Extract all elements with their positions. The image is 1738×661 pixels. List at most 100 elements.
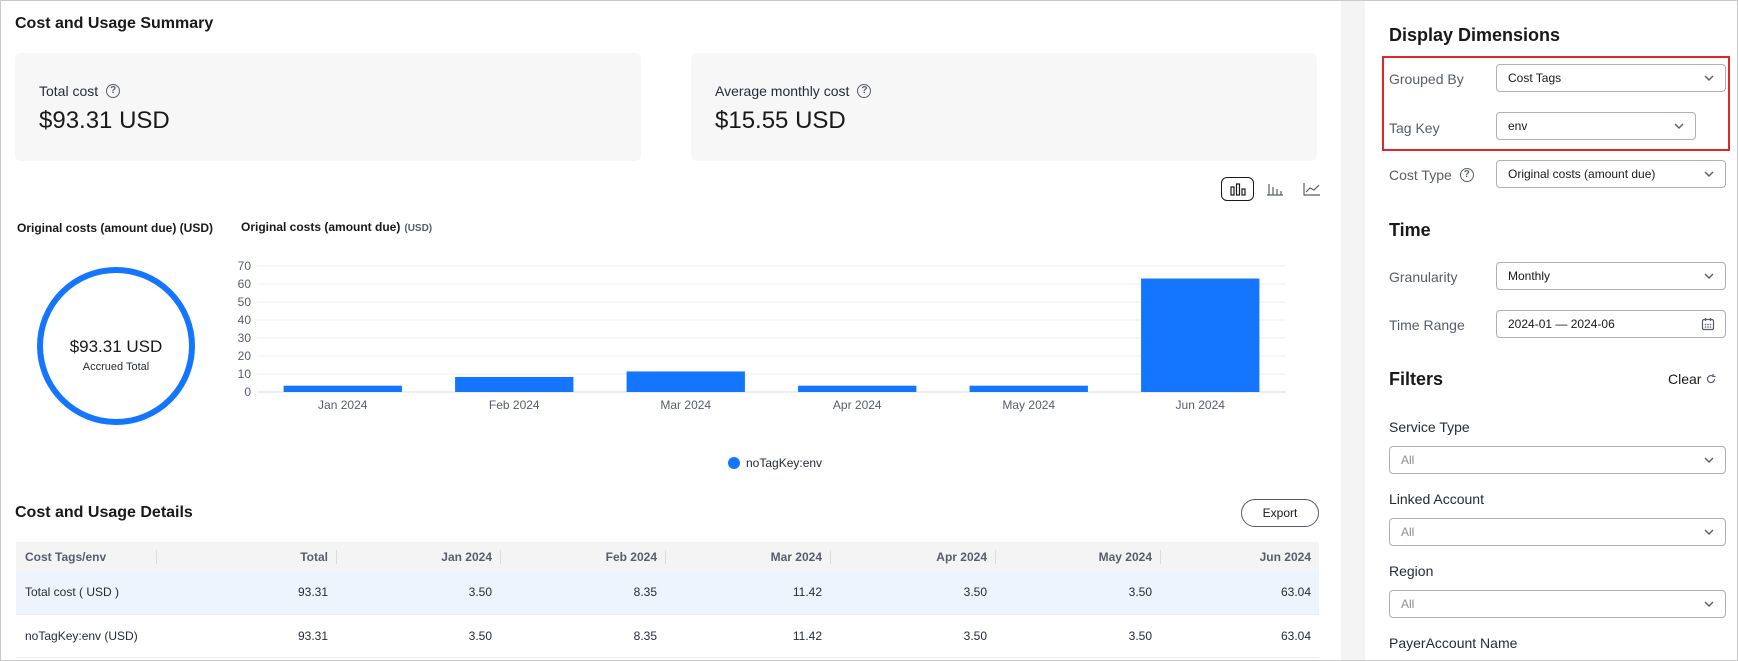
tag-key-label: Tag Key [1389,120,1440,136]
time-range-value: 2024-01 — 2024-06 [1508,317,1615,331]
tag-key-select[interactable]: env [1496,112,1696,140]
donut-value: $93.31 USD [69,337,163,356]
region-select[interactable]: All [1389,590,1726,618]
service-type-select[interactable]: All [1389,446,1726,474]
total-cost-card: Total cost ? $93.31 USD [15,53,641,161]
x-tick-label: May 2024 [1002,398,1055,412]
chart-view-toggle [1221,177,1328,201]
col-header: Feb 2024 [500,542,665,571]
time-range-picker[interactable]: 2024-01 — 2024-06 [1496,310,1726,338]
chevron-down-icon [1704,75,1714,81]
y-tick-label: 30 [238,331,252,345]
chart-unit: (USD) [404,223,433,234]
calendar-icon [1701,318,1715,331]
linked-account-label: Linked Account [1389,491,1484,507]
line-chart-icon [1302,183,1320,196]
col-header: Jan 2024 [336,542,500,571]
time-range-label: Time Range [1389,317,1465,333]
details-title: Cost and Usage Details [15,504,193,521]
y-tick-label: 50 [238,295,252,309]
table-cell: 8.35 [500,571,665,615]
donut-label: Accrued Total [82,361,150,373]
clear-label: Clear [1668,371,1702,387]
help-icon[interactable]: ? [857,84,872,98]
table-row: Total cost ( USD ) 93.31 3.50 8.35 11.42… [16,571,1319,615]
col-header: Jun 2024 [1160,542,1319,571]
summary-title: Cost and Usage Summary [15,15,214,32]
y-tick-label: 20 [238,349,252,363]
col-header: Apr 2024 [830,542,995,571]
cost-type-value: Original costs (amount due) [1508,167,1656,181]
table-cell: 3.50 [995,571,1160,615]
donut-title: Original costs (amount due) (USD) [17,221,214,235]
total-cost-label: Total cost [39,83,99,99]
chevron-down-icon [1704,171,1714,177]
filters-title: Filters [1389,369,1444,389]
bar [626,371,745,392]
table-cell: Total cost ( USD ) [16,571,156,615]
table-cell: 63.04 [1160,571,1319,615]
table-cell: 8.35 [500,614,665,658]
bar [283,385,402,392]
total-cost-value: $93.31 USD [39,107,170,134]
grouped-by-select[interactable]: Cost Tags [1496,64,1726,92]
average-monthly-cost-card: Average monthly cost ? $15.55 USD [691,53,1317,161]
table-cell: 93.31 [156,571,336,615]
table-cell: 3.50 [336,614,500,658]
x-tick-label: Jan 2024 [318,398,368,412]
granularity-select[interactable]: Monthly [1496,262,1726,290]
accrued-total-donut: $93.31 USD Accrued Total [37,267,195,425]
x-tick-label: Feb 2024 [489,398,540,412]
service-type-label: Service Type [1389,419,1470,435]
export-button[interactable]: Export [1241,499,1319,527]
y-tick-label: 0 [244,385,251,399]
refresh-icon [1707,374,1716,384]
help-icon[interactable]: ? [1459,168,1474,182]
bar [798,385,917,392]
bar-chart-view-button[interactable] [1221,177,1254,201]
table-cell: 93.31 [156,614,336,658]
x-tick-label: Jun 2024 [1176,398,1226,412]
grouped-by-value: Cost Tags [1508,71,1562,85]
line-chart-view-button[interactable] [1295,177,1328,201]
bar-chart-icon [1229,183,1246,196]
table-cell: 3.50 [830,571,995,615]
granularity-label: Granularity [1389,269,1458,285]
table-cell: 3.50 [995,614,1160,658]
col-header: Mar 2024 [665,542,830,571]
chevron-down-icon [1704,457,1714,463]
col-header: Total [156,542,336,571]
stacked-bar-view-button[interactable] [1258,177,1291,201]
bar [1141,278,1260,392]
grouped-by-label: Grouped By [1389,71,1464,87]
chart-legend[interactable]: noTagKey:env [728,456,822,470]
table-cell: noTagKey:env (USD) [16,614,156,658]
avg-cost-value: $15.55 USD [715,107,846,134]
cost-type-select[interactable]: Original costs (amount due) [1496,160,1726,188]
x-tick-label: Mar 2024 [660,398,711,412]
col-header: May 2024 [995,542,1160,571]
legend-label: noTagKey:env [746,456,823,470]
col-header: Cost Tags/env [16,542,156,571]
chevron-down-icon [1674,123,1684,129]
time-title: Time [1389,220,1431,240]
table-cell: 3.50 [830,614,995,658]
total-cost-label-row: Total cost ? [39,83,121,99]
help-icon[interactable]: ? [106,84,121,98]
region-label: Region [1389,563,1434,579]
cost-type-label-row: Cost Type ? [1389,167,1474,183]
granularity-value: Monthly [1508,269,1551,283]
panel-separator [1341,1,1365,660]
stacked-bar-icon [1266,184,1283,196]
chart-title: Original costs (amount due) (USD) [241,220,432,234]
display-dimensions-title: Display Dimensions [1389,25,1561,45]
linked-account-select[interactable]: All [1389,518,1726,546]
service-type-value: All [1401,453,1415,467]
clear-filters-button[interactable]: Clear [1668,371,1717,387]
avg-cost-label: Average monthly cost [715,83,850,99]
region-value: All [1401,597,1415,611]
table-header-row: Cost Tags/env Total Jan 2024 Feb 2024 Ma… [16,542,1319,571]
table-cell: 3.50 [336,571,500,615]
linked-account-value: All [1401,525,1415,539]
bar [455,376,574,392]
